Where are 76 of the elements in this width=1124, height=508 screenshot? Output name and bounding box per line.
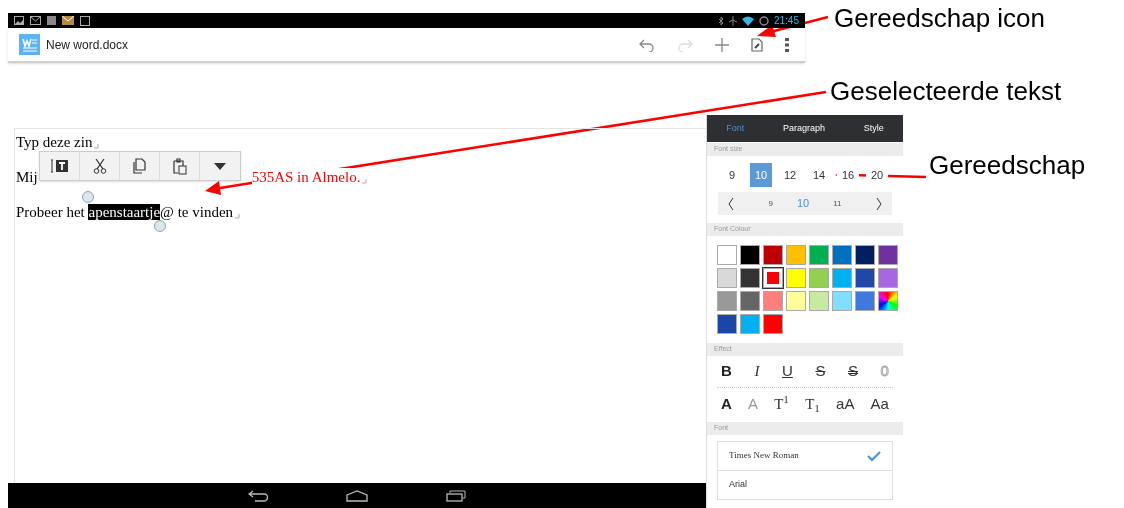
home-icon[interactable] <box>346 489 368 502</box>
paragraph-mark-icon <box>235 214 241 219</box>
selection-handle[interactable] <box>82 191 95 203</box>
font-list-item[interactable]: Times New Roman <box>718 442 892 471</box>
effect-button[interactable]: T$^{1}$ <box>774 392 789 416</box>
wifi-icon <box>741 15 754 26</box>
annotation-label: Geselecteerde tekst <box>830 76 1062 106</box>
colour-swatch[interactable] <box>740 291 760 311</box>
colour-swatch[interactable] <box>763 291 783 311</box>
document-app-icon <box>19 34 40 55</box>
effect-button[interactable]: I <box>754 360 760 383</box>
paragraph-mark-icon <box>362 179 368 184</box>
paragraph-mark-icon <box>94 144 100 149</box>
document-title: New word.docx <box>46 36 129 54</box>
font-size-option[interactable]: 16 <box>837 167 859 183</box>
undo-icon[interactable] <box>639 37 655 52</box>
panel-tab[interactable]: Font <box>726 121 745 136</box>
effect-button[interactable]: S <box>848 360 859 383</box>
back-icon[interactable] <box>248 489 268 502</box>
bluetooth-icon <box>717 15 724 26</box>
clock-time: 21:45 <box>773 15 799 26</box>
colour-swatch[interactable] <box>809 245 829 265</box>
colour-swatch[interactable] <box>740 245 760 265</box>
colour-swatch[interactable] <box>878 291 898 311</box>
stepper-value: 11 <box>833 197 842 210</box>
colour-swatch[interactable] <box>855 245 875 265</box>
effect-button[interactable]: Aa <box>870 392 889 416</box>
colour-swatch[interactable] <box>717 245 737 265</box>
annotation-label: Gereedschap <box>929 150 1086 180</box>
chevron-left-icon[interactable] <box>728 197 734 210</box>
colour-swatch[interactable] <box>786 245 806 265</box>
stepper-value: 10 <box>796 196 810 212</box>
colour-swatch[interactable] <box>763 314 783 334</box>
menu-icon[interactable] <box>785 37 789 52</box>
effect-button[interactable]: aA <box>836 392 855 416</box>
stepper-value: 9 <box>768 197 773 210</box>
colour-swatch[interactable] <box>832 291 852 311</box>
battery-icon <box>758 15 769 26</box>
colour-swatch[interactable] <box>809 291 829 311</box>
add-icon[interactable] <box>715 37 729 52</box>
envelope-icon <box>62 16 74 25</box>
effect-button[interactable]: S <box>815 360 826 383</box>
colour-swatch[interactable] <box>878 268 898 288</box>
effect-button[interactable]: A <box>721 392 732 416</box>
colour-swatch[interactable] <box>763 245 783 265</box>
colour-swatch[interactable] <box>878 245 898 265</box>
effect-button[interactable]: T$_{1}$ <box>805 392 820 416</box>
document-text: 535AS in Almelo. <box>251 168 361 186</box>
plane-icon <box>728 15 737 26</box>
colour-swatch[interactable] <box>832 245 852 265</box>
selection-handle[interactable] <box>154 220 167 232</box>
effect-button[interactable]: U <box>782 360 793 383</box>
panel-tab[interactable]: Paragraph <box>782 121 825 136</box>
colour-swatch[interactable] <box>786 291 806 311</box>
image-icon <box>14 16 24 25</box>
colour-swatch[interactable] <box>740 314 760 334</box>
colour-swatch[interactable] <box>855 291 875 311</box>
app-icon <box>47 16 56 25</box>
mail-icon <box>30 16 41 25</box>
chevron-right-icon[interactable] <box>876 197 882 210</box>
colour-swatch[interactable] <box>832 268 852 288</box>
colour-swatch[interactable] <box>717 314 737 334</box>
font-list-item[interactable]: Arial <box>718 471 892 500</box>
colour-swatch[interactable] <box>763 268 783 288</box>
annotation-label: Gereedschap icon <box>834 3 1046 33</box>
colour-swatch[interactable] <box>717 291 737 311</box>
effect-button[interactable]: B <box>721 360 732 383</box>
document-tool-icon[interactable] <box>751 37 763 52</box>
panel-tab[interactable]: Style <box>863 121 884 136</box>
colour-swatch[interactable] <box>740 268 760 288</box>
colour-swatch[interactable] <box>855 268 875 288</box>
app-icon <box>80 15 90 26</box>
colour-swatch[interactable] <box>786 268 806 288</box>
recent-apps-icon[interactable] <box>446 489 466 502</box>
colour-swatch[interactable] <box>717 268 737 288</box>
colour-swatch[interactable] <box>809 268 829 288</box>
